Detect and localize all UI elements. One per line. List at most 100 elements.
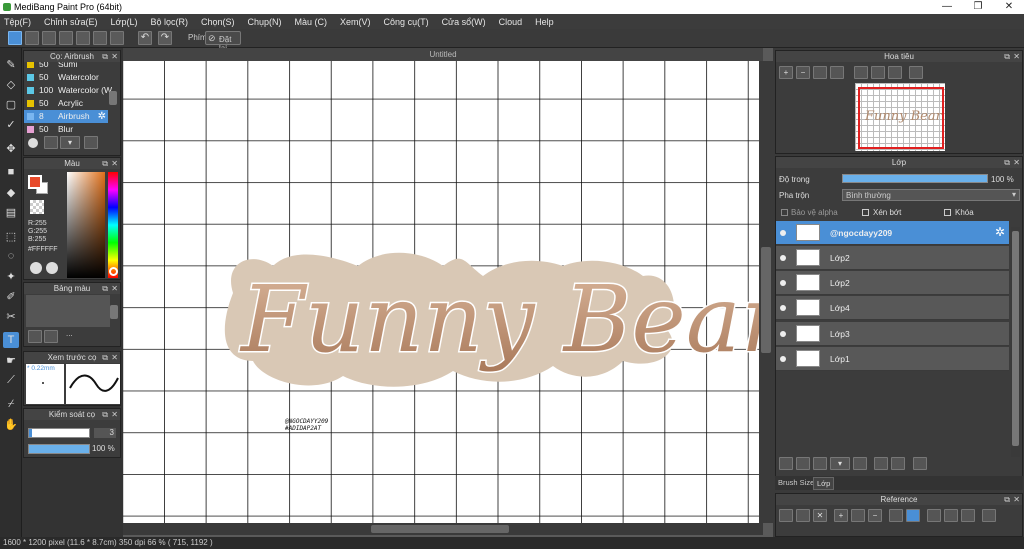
size-slider[interactable] <box>28 428 90 438</box>
duplicate-layer-icon[interactable] <box>874 457 888 470</box>
menu-view[interactable]: Xem(V) <box>340 17 371 27</box>
color-wheel-icon[interactable] <box>30 262 42 274</box>
menu-layer[interactable]: Lớp(L) <box>111 17 138 27</box>
undock-icon[interactable]: ⧉ <box>102 409 108 420</box>
comment-icon[interactable] <box>25 31 39 45</box>
zoom-in-icon[interactable]: + <box>779 66 793 79</box>
open-folder-icon[interactable] <box>796 509 810 522</box>
undock-icon[interactable]: ⧉ <box>102 283 108 294</box>
magic-wand-icon[interactable]: ✦ <box>3 268 19 284</box>
hue-handle[interactable] <box>109 267 118 276</box>
select-rect-icon[interactable]: ⬚ <box>3 228 19 244</box>
zoom-out-icon[interactable]: − <box>796 66 810 79</box>
gear-icon[interactable]: ✲ <box>995 225 1005 239</box>
visibility-toggle[interactable] <box>780 255 786 261</box>
blend-mode-select[interactable]: Bình thường ▾ <box>842 189 1020 201</box>
brush-item[interactable]: 100 Watercolor (W <box>24 84 112 97</box>
menu-select[interactable]: Chọn(S) <box>201 17 235 27</box>
lasso-tool-icon[interactable]: ◌ <box>3 248 19 264</box>
zoom-in-icon[interactable]: + <box>834 509 848 522</box>
rotate-left-icon[interactable] <box>927 509 941 522</box>
menu-window[interactable]: Cửa sổ(W) <box>442 17 486 27</box>
close-icon[interactable]: ✕ <box>111 158 118 169</box>
menu-color[interactable]: Màu (C) <box>295 17 328 27</box>
brush-item[interactable]: 50 Blur <box>24 123 108 136</box>
saturation-value-picker[interactable] <box>67 172 105 278</box>
layer-row[interactable]: Lớp3 <box>776 322 1009 346</box>
canvas-vertical-scrollbar[interactable] <box>759 61 773 523</box>
cloud-icon[interactable] <box>8 31 22 45</box>
visibility-toggle[interactable] <box>780 280 786 286</box>
vertical-scroll-thumb[interactable] <box>761 247 771 353</box>
new-brush-icon[interactable] <box>44 136 58 149</box>
lock-checkbox[interactable] <box>944 209 951 216</box>
cloud-icon[interactable] <box>779 509 793 522</box>
new-layer-icon[interactable] <box>779 457 793 470</box>
rotate-right-icon[interactable] <box>961 509 975 522</box>
menu-cloud[interactable]: Cloud <box>499 17 523 27</box>
undock-icon[interactable]: ⧉ <box>102 352 108 363</box>
undock-icon[interactable]: ⧉ <box>1004 157 1010 168</box>
grid-page-icon[interactable] <box>93 31 107 45</box>
text-tool-icon[interactable]: T <box>3 332 19 348</box>
close-icon[interactable]: ✕ <box>111 51 118 62</box>
actual-size-icon[interactable] <box>830 66 844 79</box>
visibility-toggle[interactable] <box>780 305 786 311</box>
divide-tool-icon[interactable]: ⟋ <box>3 372 19 388</box>
new-folder-icon[interactable] <box>853 457 867 470</box>
menu-filter[interactable]: Bộ lọc(R) <box>150 17 188 27</box>
select-eraser-icon[interactable]: ✂ <box>3 308 19 324</box>
chat-icon[interactable] <box>42 31 56 45</box>
undock-icon[interactable]: ⧉ <box>102 51 108 62</box>
brush-item[interactable]: 50 Acrylic <box>24 97 108 110</box>
brush-item[interactable]: 8 Airbrush ✲ <box>24 110 108 123</box>
close-reference-icon[interactable]: ✕ <box>813 509 827 522</box>
layer-row[interactable]: Lớp2 <box>776 271 1009 295</box>
delete-layer-icon[interactable] <box>913 457 927 470</box>
redo-icon[interactable]: ↷ <box>158 31 172 45</box>
pen-tool-icon[interactable]: ✓ <box>3 116 19 132</box>
eraser-tool-icon[interactable]: ◇ <box>3 76 19 92</box>
horizontal-scroll-thumb[interactable] <box>371 525 509 533</box>
gear-icon[interactable]: ✲ <box>98 110 106 123</box>
viewport-frame[interactable] <box>858 87 944 149</box>
zoom-out-icon[interactable]: − <box>868 509 882 522</box>
new-palette-icon[interactable] <box>28 330 42 343</box>
layer-opacity-slider[interactable] <box>842 174 988 183</box>
brush-scrollbar[interactable] <box>109 91 117 105</box>
flip-icon[interactable] <box>982 509 996 522</box>
close-icon[interactable]: ✕ <box>1013 51 1020 62</box>
layer-menu-icon[interactable]: ▾ <box>830 457 850 470</box>
reset-button[interactable]: ⊘ Đặt lại <box>205 31 241 53</box>
menu-file[interactable]: Tệp(F) <box>4 17 31 27</box>
new-8bit-layer-icon[interactable] <box>813 457 827 470</box>
brush-item[interactable]: 50 Watercolor <box>24 71 108 84</box>
new-halftone-layer-icon[interactable] <box>796 457 810 470</box>
undock-icon[interactable]: ⧉ <box>1004 51 1010 62</box>
brush-tool-icon[interactable]: ✎ <box>3 56 19 72</box>
palette-scrollbar[interactable] <box>110 305 118 319</box>
fit-icon[interactable] <box>813 66 827 79</box>
protect-alpha-checkbox[interactable] <box>781 209 788 216</box>
list-icon[interactable] <box>110 31 124 45</box>
close-icon[interactable]: ✕ <box>111 283 118 294</box>
size-value[interactable]: 3 <box>94 428 116 438</box>
merge-down-icon[interactable] <box>891 457 905 470</box>
layer-row[interactable]: Lớp2 <box>776 246 1009 270</box>
canvas-paper[interactable]: Funny Bear @NGOCDAYY209 #ADIDAP2AT <box>123 61 759 523</box>
close-icon[interactable]: ✕ <box>1013 494 1020 505</box>
menu-tools[interactable]: Công cụ(T) <box>384 17 429 27</box>
brush-menu-icon[interactable]: ▾ <box>60 136 80 149</box>
close-icon[interactable]: ✕ <box>111 352 118 363</box>
minimize-button[interactable]: — <box>932 0 962 14</box>
undock-icon[interactable]: ⧉ <box>1004 494 1010 505</box>
layer-row[interactable]: Lớp4 <box>776 296 1009 320</box>
rotate-left-icon[interactable] <box>854 66 868 79</box>
clipping-checkbox[interactable] <box>862 209 869 216</box>
layer-row[interactable]: @ngocdayy209 ✲ <box>776 221 1009 245</box>
color-picker-icon[interactable] <box>46 262 58 274</box>
palette-more-icon[interactable]: ... <box>66 329 73 338</box>
fill-rect-icon[interactable]: ■ <box>3 164 19 180</box>
flip-icon[interactable] <box>909 66 923 79</box>
visibility-toggle[interactable] <box>780 230 786 236</box>
